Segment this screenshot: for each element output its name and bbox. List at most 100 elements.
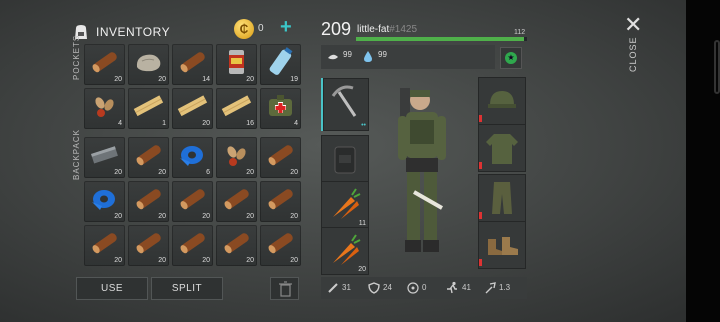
gear-slot-body[interactable]	[478, 124, 526, 172]
medkit-icon	[269, 95, 292, 116]
item-count: 4	[294, 120, 298, 127]
gear-slot-legs[interactable]	[478, 174, 526, 222]
item-count: 20	[290, 213, 298, 220]
canned-food-icon	[229, 50, 244, 74]
item-count: 20	[290, 257, 298, 264]
duct-tape-icon	[180, 146, 203, 166]
gear-slot-feet[interactable]	[478, 221, 526, 269]
item-count: 20	[290, 169, 298, 176]
log-icon	[136, 189, 161, 210]
character-model	[398, 88, 446, 252]
carrot-icon	[333, 188, 361, 219]
pickaxe-icon	[331, 85, 357, 117]
pocket-slot[interactable]: 20	[84, 44, 125, 85]
quick-slot-2[interactable]	[321, 135, 369, 183]
pocket-slot[interactable]: 16	[216, 88, 257, 129]
shield-icon	[368, 282, 380, 294]
item-count: 1	[162, 120, 166, 127]
plank-icon	[177, 95, 208, 117]
pocket-slot[interactable]: 4	[260, 88, 301, 129]
item-count: 4	[118, 120, 122, 127]
item-count: 20	[246, 213, 254, 220]
pocket-slot[interactable]: 20	[216, 44, 257, 85]
trash-button[interactable]	[270, 277, 299, 300]
backpack-slot[interactable]: 20	[172, 225, 213, 266]
pockets-label: POCKETS	[72, 34, 81, 80]
item-count: 14	[202, 76, 210, 83]
helmet-icon	[488, 91, 516, 108]
durability-bar	[479, 212, 482, 219]
quick-slot-4[interactable]: 20	[321, 227, 369, 275]
item-count: 20	[246, 76, 254, 83]
attack-value: 31	[342, 283, 351, 292]
backpack-slot[interactable]: 20	[128, 225, 169, 266]
pocket-slot[interactable]: 19	[260, 44, 301, 85]
item-count: 20	[158, 213, 166, 220]
gear-slot-head[interactable]	[478, 77, 526, 125]
duct-tape-icon	[92, 190, 115, 210]
backpack-slot[interactable]: 20	[216, 137, 257, 178]
carrot-icon	[333, 234, 361, 265]
close-button[interactable]: ✕	[624, 12, 642, 38]
backpack-slot[interactable]: 20	[172, 181, 213, 222]
backpack-slot[interactable]: 20	[84, 137, 125, 178]
pockets-grid: 20 20 14 20 19 4 1 20 16 4	[84, 44, 301, 129]
close-label: CLOSE	[628, 36, 638, 72]
durability-bar	[479, 162, 482, 169]
water-value: 99	[378, 50, 387, 59]
log-icon	[268, 145, 293, 166]
screen-edge	[686, 0, 720, 322]
defense-value: 24	[383, 283, 392, 292]
item-count: 20	[202, 120, 210, 127]
edge-handle	[714, 40, 720, 94]
backpack-slot[interactable]: 20	[84, 225, 125, 266]
quick-slot-3[interactable]: 11	[321, 181, 369, 229]
pocket-slot[interactable]: 20	[128, 44, 169, 85]
perks-button[interactable]: ★	[500, 47, 522, 69]
backpack-slot[interactable]: 20	[128, 181, 169, 222]
player-tag: #1425	[389, 24, 418, 35]
item-count: 20	[114, 213, 122, 220]
quick-slot-1[interactable]: ••	[321, 78, 369, 131]
split-button[interactable]: SPLIT	[151, 277, 223, 300]
player-name: little-fat#1425	[357, 24, 417, 35]
log-icon	[268, 233, 293, 254]
combat-stats: 31 24 0 41 1.3	[321, 277, 527, 299]
jacket-icon	[486, 134, 518, 164]
backpack-slot[interactable]: 20	[84, 181, 125, 222]
item-count: 20	[114, 169, 122, 176]
backpack-slot[interactable]: 20	[216, 225, 257, 266]
damage-value: 1.3	[499, 283, 511, 292]
item-count: 6	[206, 169, 210, 176]
trash-icon	[279, 281, 292, 297]
backpack-slot[interactable]: 20	[260, 137, 301, 178]
pocket-slot[interactable]: 1	[128, 88, 169, 129]
add-coins-button[interactable]: +	[280, 16, 292, 39]
backpack-grid: 20 20 6 20 20 20 20 20 20 20 20 20 20 20 20	[84, 137, 301, 266]
pocket-slot[interactable]: 14	[172, 44, 213, 85]
item-count: 20	[246, 169, 254, 176]
food-value: 99	[343, 50, 352, 59]
pocket-slot[interactable]: 20	[172, 88, 213, 129]
radiation-icon	[407, 282, 419, 294]
item-count: 20	[114, 257, 122, 264]
backpack-slot[interactable]: 20	[260, 225, 301, 266]
backpack-slot[interactable]: 20	[260, 181, 301, 222]
use-button[interactable]: USE	[76, 277, 148, 300]
backpack-slot[interactable]: 20	[128, 137, 169, 178]
pocket-slot[interactable]: 4	[84, 88, 125, 129]
backpack-slot[interactable]: 6	[172, 137, 213, 178]
food-icon	[328, 54, 338, 60]
plank-icon	[221, 95, 252, 117]
backpack-item-icon	[334, 146, 356, 174]
durability-bar	[479, 115, 482, 122]
backpack-slot[interactable]: 20	[216, 181, 257, 222]
damage-icon	[485, 282, 496, 294]
star-icon: ★	[505, 52, 517, 64]
log-icon	[92, 52, 117, 73]
item-count: 16	[246, 120, 254, 127]
inventory-title: INVENTORY	[96, 25, 171, 39]
iron-bar-icon	[91, 146, 118, 164]
water-icon	[364, 51, 372, 62]
item-count: 20	[202, 257, 210, 264]
